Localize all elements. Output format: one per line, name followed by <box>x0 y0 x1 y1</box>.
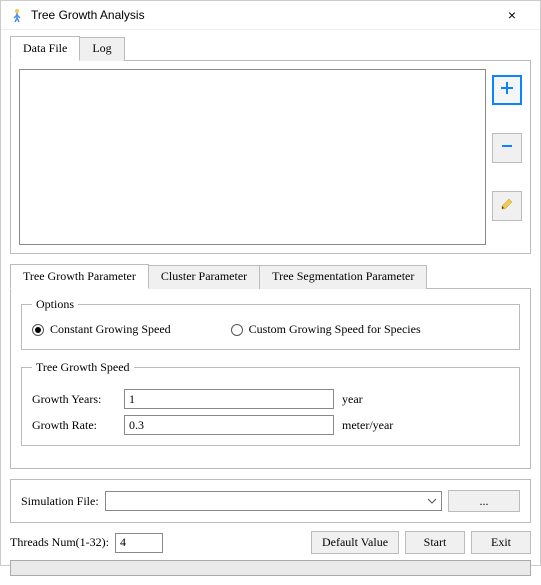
growth-years-label: Growth Years: <box>32 392 118 407</box>
close-icon: × <box>508 7 516 23</box>
tab-log-label: Log <box>92 41 111 55</box>
growth-rate-label: Growth Rate: <box>32 418 118 433</box>
options-legend: Options <box>32 297 78 312</box>
simulation-file-label: Simulation File: <box>21 494 99 509</box>
radio-icon-unchecked <box>231 324 243 336</box>
tab-tree-growth-parameter[interactable]: Tree Growth Parameter <box>10 264 149 289</box>
growth-speed-legend: Tree Growth Speed <box>32 360 134 375</box>
threads-input[interactable] <box>115 533 163 553</box>
growth-years-row: Growth Years: year <box>32 389 509 409</box>
browse-button-label: ... <box>480 494 489 509</box>
edit-file-button[interactable] <box>492 191 522 221</box>
growth-years-input[interactable] <box>124 389 334 409</box>
param-tabs: Tree Growth Parameter Cluster Parameter … <box>10 264 531 288</box>
datafile-panel <box>10 60 531 254</box>
datafile-tabs: Data File Log <box>10 36 531 60</box>
params-section: Tree Growth Parameter Cluster Parameter … <box>10 264 531 469</box>
titlebar: Tree Growth Analysis × <box>1 1 540 30</box>
start-button[interactable]: Start <box>405 531 465 554</box>
tab-tree-segmentation-parameter[interactable]: Tree Segmentation Parameter <box>259 265 427 289</box>
radio-icon-checked <box>32 324 44 336</box>
growth-rate-unit: meter/year <box>342 418 393 433</box>
radio-custom-label: Custom Growing Speed for Species <box>249 322 421 337</box>
tab-log[interactable]: Log <box>79 37 124 61</box>
content-area: Data File Log <box>1 30 540 585</box>
default-value-button[interactable]: Default Value <box>311 531 399 554</box>
tab-segmentation-label: Tree Segmentation Parameter <box>272 269 414 283</box>
window-title: Tree Growth Analysis <box>31 8 492 22</box>
file-buttons <box>492 69 522 245</box>
progress-bar <box>10 560 531 576</box>
threads-label: Threads Num(1-32): <box>10 535 109 550</box>
minus-icon <box>499 138 515 158</box>
simulation-file-combo[interactable] <box>105 491 442 511</box>
growth-rate-input[interactable] <box>124 415 334 435</box>
remove-file-button[interactable] <box>492 133 522 163</box>
tab-data-file-label: Data File <box>23 41 67 55</box>
pencil-icon <box>499 196 515 216</box>
app-icon <box>9 7 25 23</box>
exit-button[interactable]: Exit <box>471 531 531 554</box>
tab-cluster-parameter[interactable]: Cluster Parameter <box>148 265 260 289</box>
growth-rate-row: Growth Rate: meter/year <box>32 415 509 435</box>
tab-tree-growth-label: Tree Growth Parameter <box>23 269 136 283</box>
radio-custom-speed[interactable]: Custom Growing Speed for Species <box>231 322 421 337</box>
options-radio-row: Constant Growing Speed Custom Growing Sp… <box>32 320 509 339</box>
plus-icon <box>499 80 515 100</box>
tab-cluster-label: Cluster Parameter <box>161 269 247 283</box>
radio-constant-speed[interactable]: Constant Growing Speed <box>32 322 171 337</box>
default-value-label: Default Value <box>322 535 388 550</box>
chevron-down-icon <box>425 493 439 509</box>
radio-constant-label: Constant Growing Speed <box>50 322 171 337</box>
bottom-row: Threads Num(1-32): Default Value Start E… <box>10 531 531 554</box>
start-label: Start <box>424 535 447 550</box>
file-list[interactable] <box>19 69 486 245</box>
options-group: Options Constant Growing Speed Custom Gr… <box>21 297 520 350</box>
tab-data-file[interactable]: Data File <box>10 36 80 61</box>
close-button[interactable]: × <box>492 1 532 29</box>
simulation-section: Simulation File: ... <box>10 479 531 523</box>
window: Tree Growth Analysis × Data File Log <box>0 0 541 566</box>
growth-speed-group: Tree Growth Speed Growth Years: year Gro… <box>21 360 520 446</box>
browse-button[interactable]: ... <box>448 490 520 512</box>
growth-years-unit: year <box>342 392 363 407</box>
params-panel: Options Constant Growing Speed Custom Gr… <box>10 288 531 469</box>
add-file-button[interactable] <box>492 75 522 105</box>
exit-label: Exit <box>491 535 511 550</box>
